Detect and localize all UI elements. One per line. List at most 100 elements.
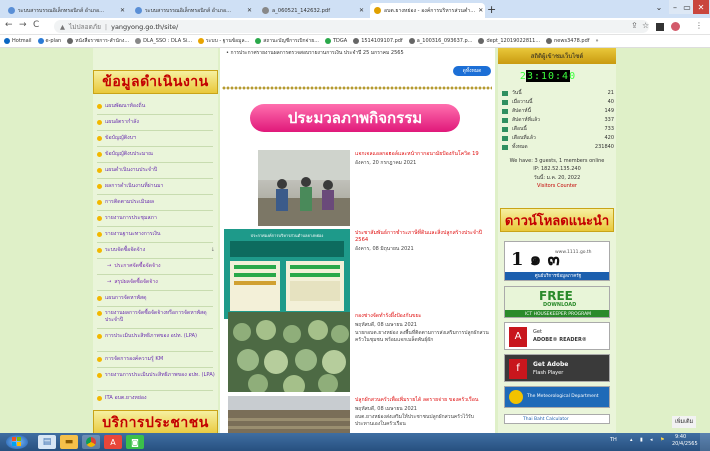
star-icon[interactable]: ☆ [642,21,649,30]
close-icon[interactable]: ✕ [120,7,125,14]
tab-search-icon[interactable]: ⌄ [652,0,666,14]
news-photo[interactable] [228,396,350,433]
sidebar-link[interactable]: ผลการดำเนินงานที่ผ่านมา [97,183,215,190]
bookmark[interactable]: DLA_SSO : DLA Si... [135,38,192,44]
baht-calculator-link[interactable]: Thai Baht Calculator [504,414,610,424]
bookmark[interactable]: ระบบ - ฐานข้อมูล... [198,37,249,45]
close-icon[interactable]: ✕ [359,7,364,14]
close-icon[interactable]: ✕ [247,7,252,14]
network-icon[interactable]: ▮ [640,437,643,443]
sidebar-link[interactable]: แผนการจัดหาพัสดุ [97,295,215,302]
flash-player-download[interactable]: f Get Adobe Flash Player [504,354,610,382]
flag-icon[interactable]: ⚑ [660,437,664,443]
sidebar-link[interactable]: การประเมินประสิทธิภาพของ อปท. (LPA) [97,333,215,340]
show-desktop-button[interactable] [700,433,710,451]
globe-icon [262,7,269,14]
download-banner-free[interactable]: FREE DOWNLOAD ICT HOUSEKEEPER PROGRAM [504,286,610,318]
avatar[interactable] [671,22,680,31]
bookmark[interactable]: 1514109107.pdf [353,38,403,44]
field-photo [228,396,350,433]
bookmark[interactable]: e-plan [37,38,61,44]
maximize-button[interactable]: ▭ [681,0,693,14]
sidebar-link[interactable]: การติดตามประเมินผล [97,199,215,206]
news-poster[interactable]: ประกาศองค์การบริหารส่วนตำบลยางหย่อง [224,229,350,319]
bookmark[interactable]: TDGA [324,38,347,44]
address-bar[interactable]: ▲ ไม่ปลอดภัย | yangyong.go.th/site/ [54,20,649,33]
adobe-reader-download[interactable]: A Get ADOBE® READER® [504,322,610,350]
reload-icon[interactable]: C [33,20,39,30]
sidebar-link[interactable]: รายงานฐานะทางการเงิน [97,231,215,238]
start-button[interactable] [6,435,28,449]
chrome-icon[interactable] [82,435,100,449]
sidebar-link[interactable]: ข้อบัญญัติงบฯ [97,135,215,142]
clock-date[interactable]: 20/4/2565 [672,441,698,447]
folder-icon[interactable]: ▬ [60,435,78,449]
bullet-icon [97,311,102,316]
news-marquee[interactable]: • การประกาศรายงานผลการตรวจสอบรายงานการเง… [226,49,486,55]
line-icon[interactable]: ◙ [126,435,144,449]
stat-row: วันนี้ 21 [502,89,614,97]
stat-icon [502,126,508,132]
view-all-button[interactable]: ดูทั้งหมด [453,66,491,76]
globe-icon [546,38,553,44]
sidebar-sublink[interactable]: → ประกาศจัดซื้อจัดจ้าง [107,263,225,270]
minimize-button[interactable]: – [669,0,681,14]
url-text[interactable]: yangyong.go.th/site/ [111,23,178,31]
news-title-link[interactable]: แจกเจลแอลกอฮอล์และหน้ากากอนามัยป้องกันโค… [355,151,490,158]
volume-icon[interactable]: ◂ [650,437,653,443]
browser-tab-3[interactable]: a_060521_142632.pdf ✕ [258,3,368,18]
divider [97,162,213,163]
bookmark[interactable]: Hotmail [4,38,32,44]
warning-icon[interactable]: ▲ [60,23,65,31]
bookmark[interactable]: a_100316_093637.p... [408,38,472,44]
banner-get: Get [533,329,542,335]
browser-tab-2[interactable]: ระบบสารบรรณอิเล็กทรอนิกส์ อำเภอ... ✕ [131,3,256,18]
security-label[interactable]: ไม่ปลอดภัย [69,22,101,32]
news-photo[interactable] [258,150,350,226]
sidebar-link[interactable]: รายงานผลการจัดซื้อจัดจ้างหรือการจัดหาพัส… [97,310,215,324]
sidebar-link-procurement[interactable]: ระบบจัดซื้อจัดจ้าง ↓ [97,247,215,254]
share-icon[interactable]: ⇪ [631,21,638,30]
close-window-button[interactable]: ✕ [693,0,709,14]
banner-url: www.1111.go.th [555,250,592,255]
news-photo[interactable] [228,312,350,392]
forward-icon[interactable]: → [19,20,27,30]
sidebar-link[interactable]: รายงานการประเมินประสิทธิภาพของ อปท. (LPA… [97,372,215,379]
news-title-link[interactable]: ประชาสัมพันธ์การชำระภาษีที่ดินและสิ่งปลู… [355,230,490,244]
tray-arrow-icon[interactable]: ▴ [630,437,633,443]
bookmark[interactable]: สถานะบัญชีการเบิกจ่าย... [255,37,319,45]
ip-address: IP: 182.52.135.240 [533,166,581,172]
new-tab-button[interactable]: + [487,3,496,16]
bookmark[interactable]: dept_12019022811... [478,38,540,44]
clock-time[interactable]: 9:40 [675,434,686,440]
sidebar-link[interactable]: แผนดำเนินงานประจำปี [97,167,215,174]
sidebar-link[interactable]: แผนพัฒนาท้องถิ่น [97,103,215,110]
back-icon[interactable]: ← [5,20,13,30]
sidebar-link[interactable]: การจัดการองค์ความรู้ KM [97,356,215,363]
news-title-link[interactable]: กองช่างจัดทำรังผึ้งป้องกันขยะ [355,313,490,320]
sidebar-sublink[interactable]: → สรุปผลจัดซื้อจัดจ้าง [107,279,225,286]
feedback-button[interactable]: เพิ่มเติม [672,416,697,428]
bullet-icon [97,120,102,125]
bookmarks-overflow[interactable]: » [596,38,599,44]
sidebar-link[interactable]: ITA อบต.ยางหย่อง [97,395,215,402]
sidebar-icon[interactable] [656,23,664,31]
news-title-link[interactable]: ปลูกผักสวนครัวเพื่อเพิ่มรายได้ ลดรายจ่าย… [355,397,490,404]
sidebar-link[interactable]: รายงานการประชุมสภา [97,215,215,222]
browser-tab-1[interactable]: ระบบสารบรรณอิเล็กทรอนิกส์ อำเภอ... ✕ [4,3,129,18]
dotted-divider [222,86,492,90]
menu-icon[interactable]: ⋮ [695,21,703,30]
visitors-counter-link[interactable]: Visitors Counter [498,183,616,189]
close-icon[interactable]: ✕ [478,7,483,14]
section-banner: ประมวลภาพกิจกรรม [250,104,460,132]
input-language[interactable]: TH [610,437,617,443]
meteorological-link[interactable]: The Meteorological Department [504,386,610,408]
download-banner-1111[interactable]: 1 ๑ ๓ www.1111.go.th ศูนย์บริการข้อมูลภา… [504,241,610,281]
sidebar-link[interactable]: แผนอัตรากำลัง [97,119,215,126]
acrobat-icon[interactable]: A [104,435,122,449]
bookmark[interactable]: หนังสือราชการ-สำนักง... [67,37,129,45]
bookmark[interactable]: news3478.pdf [546,38,590,44]
sidebar-link[interactable]: ข้อบัญญัติงบประมาณ [97,151,215,158]
browser-tab-4[interactable]: อบต.ยางหย่อง - องค์การบริหารส่วนตำ... ✕ [370,3,485,18]
explorer-icon[interactable]: ▤ [38,435,56,449]
